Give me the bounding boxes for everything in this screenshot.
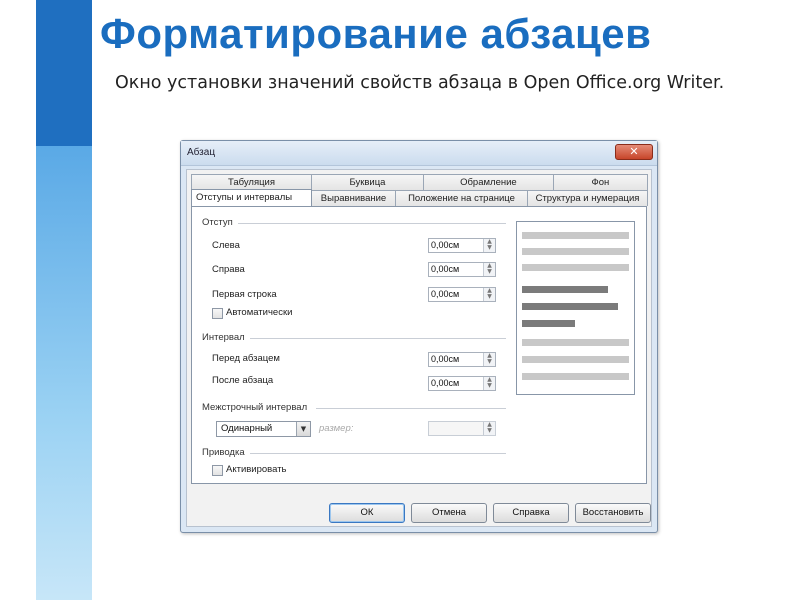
ok-button[interactable]: ОК [329,503,405,523]
paragraph-preview [516,221,635,395]
indent-right-label: Справа [212,264,245,275]
indent-left-label: Слева [212,240,240,251]
cancel-button[interactable]: Отмена [411,503,487,523]
preview-line-active [522,286,608,293]
chevron-down-icon[interactable]: ▼ [296,422,310,436]
register-heading: Приводка [202,447,245,458]
dialog-titlebar[interactable]: Абзац ✕ [181,141,657,166]
line-spacing-select[interactable]: Одинарный ▼ [216,421,311,437]
first-line-value: 0,00см [431,289,460,299]
dialog-client: Табуляция Буквица Обрамление Фон Отступы… [186,169,652,527]
spin-arrows-icon[interactable]: ▲ ▼ [483,422,495,435]
line-spacing-value: Одинарный [221,423,273,434]
first-line-spinner[interactable]: 0,00см ▲ ▼ [428,287,496,302]
slide-title: Форматирование абзацев [100,10,652,57]
tab-outline-numbering[interactable]: Структура и нумерация [527,190,648,206]
paragraph-dialog: Абзац ✕ Табуляция Буквица Обрамление Фон… [180,140,658,533]
slide-subtitle: Окно установки значений свойств абзаца в… [115,73,725,93]
spin-arrows-icon[interactable]: ▲ ▼ [483,239,495,252]
size-label: размер: [319,423,354,434]
size-spinner[interactable]: ▲ ▼ [428,421,496,436]
before-label: Перед абзацем [212,353,280,364]
tab-drop-caps[interactable]: Буквица [310,174,424,190]
preview-line [522,232,629,239]
tab-borders[interactable]: Обрамление [422,174,554,190]
decor-bar-light [36,146,92,600]
indent-divider [238,223,506,224]
close-icon[interactable]: ✕ [615,144,653,160]
indent-heading: Отступ [202,217,233,228]
help-button[interactable]: Справка [493,503,569,523]
activate-checkbox[interactable] [212,465,223,476]
auto-checkbox[interactable] [212,308,223,319]
tab-tabs[interactable]: Табуляция [191,174,312,190]
after-spinner[interactable]: 0,00см ▲ ▼ [428,376,496,391]
preview-line [522,356,629,363]
preview-line-active [522,320,575,327]
first-line-label: Первая строка [212,289,277,300]
tab-row-2: Отступы и интервалы Выравнивание Положен… [191,189,648,208]
preview-line-active [522,303,618,310]
preview-line [522,339,629,346]
tab-panel: Отступ Слева 0,00см ▲ ▼ Справа 0,00см ▲ ▼ … [191,206,647,484]
after-value: 0,00см [431,378,460,388]
preview-line [522,248,629,255]
reset-button[interactable]: Восстановить [575,503,651,523]
register-divider [250,453,506,454]
dialog-title: Абзац [187,147,216,158]
spin-arrows-icon[interactable]: ▲ ▼ [483,377,495,390]
preview-line [522,373,629,380]
spin-arrows-icon[interactable]: ▲ ▼ [483,288,495,301]
line-spacing-heading: Межстрочный интервал [202,402,308,413]
line-spacing-divider [316,408,506,409]
indent-left-value: 0,00см [431,240,460,250]
tab-background[interactable]: Фон [552,174,648,190]
after-label: После абзаца [212,375,274,386]
indent-right-value: 0,00см [431,264,460,274]
indent-left-spinner[interactable]: 0,00см ▲ ▼ [428,238,496,253]
decor-bar-dark [36,0,92,146]
spacing-heading: Интервал [202,332,245,343]
indent-right-spinner[interactable]: 0,00см ▲ ▼ [428,262,496,277]
activate-label: Активировать [226,464,287,475]
spin-arrows-icon[interactable]: ▲ ▼ [483,353,495,366]
tab-text-flow[interactable]: Положение на странице [395,190,528,206]
spacing-divider [250,338,506,339]
before-value: 0,00см [431,354,460,364]
spin-arrows-icon[interactable]: ▲ ▼ [483,263,495,276]
before-spinner[interactable]: 0,00см ▲ ▼ [428,352,496,367]
auto-label: Автоматически [226,307,293,318]
tab-row-1: Табуляция Буквица Обрамление Фон [191,174,648,190]
tab-alignment[interactable]: Выравнивание [311,190,396,206]
preview-line [522,264,629,271]
